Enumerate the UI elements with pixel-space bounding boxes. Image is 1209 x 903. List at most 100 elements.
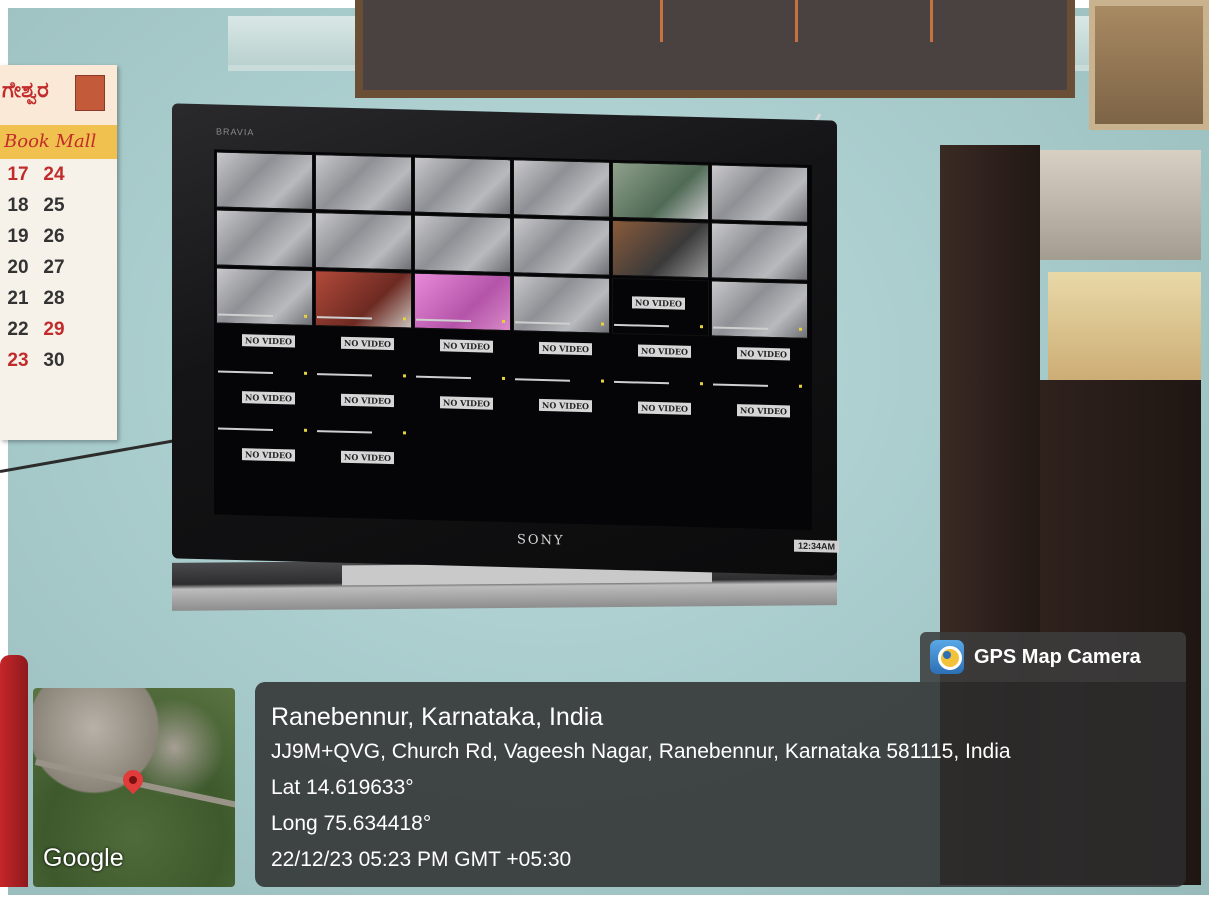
channel-osd [317,373,372,377]
calendar-row: 20 27 [0,252,117,283]
calendar-date: 30 [43,349,65,371]
calendar-row: 17 24 [0,159,117,190]
calendar-date: 28 [43,287,65,309]
calendar-row: 21 28 [0,283,117,314]
doorway-lintel [1035,150,1201,260]
camera-feed [216,209,313,268]
calendar-date: 23 [7,349,29,371]
no-video-label: NO VIDEO [440,396,494,410]
no-video-label: NO VIDEO [341,450,395,465]
no-video-label: NO VIDEO [632,296,686,310]
cctv-clock: 12:34AM [794,539,840,553]
channel-indicator [700,382,703,386]
camera-feed [711,280,808,339]
tv-brand: BRAVIA [216,126,255,138]
calendar-date: 20 [7,256,29,278]
tv-logo: SONY [517,532,565,549]
camera-feed [216,267,313,326]
red-object [0,655,28,887]
channel-indicator [700,325,703,329]
calendar-date: 18 [7,194,29,216]
camera-feed [315,154,412,213]
calendar-row: 22 29 [0,314,117,345]
longitude: Long 75.634418° [271,812,432,835]
calendar-row: 23 30 [0,345,117,376]
no-video-label: NO VIDEO [737,347,791,361]
camera-feed [414,214,511,274]
no-video-label: NO VIDEO [539,398,593,413]
wall-calendar: ಗೇಶ್ವರ Book Mall 17 24 18 25 19 26 20 27 21 28 22 2… [0,65,117,440]
channel-indicator [799,384,802,388]
wall-box [1089,0,1209,130]
television: BRAVIA 12:34AM NO VIDEO NO VIDEO NO VIDEO N… [172,103,840,576]
no-video-label: NO VIDEO [242,448,296,462]
channel-osd [515,378,570,382]
channel-indicator [304,371,307,375]
calendar-date: 25 [43,194,65,216]
camera-feed [315,270,412,329]
channel-indicator [403,374,406,378]
no-video-label: NO VIDEO [341,393,395,408]
channel-osd [713,383,768,387]
calendar-header: ಗೇಶ್ವರ [0,65,117,125]
google-logo: Google [43,844,124,872]
address: JJ9M+QVG, Church Rd, Vageesh Nagar, Rane… [271,740,1011,763]
camera-feed [414,156,511,216]
camera-feed [513,275,610,334]
camera-feed [612,161,709,221]
calendar-date: 17 [7,163,29,185]
calendar-photo [75,75,105,111]
frame-pane [533,0,663,42]
channel-indicator [304,428,307,432]
camera-feed [612,219,709,279]
channel-osd [317,430,372,434]
no-video-label: NO VIDEO [638,344,692,358]
frame-pane [798,0,933,42]
app-name: GPS Map Camera [974,645,1141,668]
calendar-date: 27 [43,256,65,278]
channel-indicator [403,431,406,435]
channel-osd [614,380,669,385]
camera-feed [711,222,808,281]
channel-indicator [601,322,604,326]
calendar-date: 26 [43,225,65,247]
channel-osd [218,370,273,374]
channel-indicator [502,376,505,381]
calendar-date: 21 [7,287,29,309]
channel-indicator [601,379,604,383]
camera-feed [513,159,610,218]
calendar-row: 18 25 [0,190,117,221]
calendar-banner: Book Mall [0,125,117,159]
location-info: Ranebennur, Karnataka, India JJ9M+QVG, C… [255,682,1186,887]
no-video-label: NO VIDEO [638,401,692,415]
channel-osd [416,375,471,380]
datetime: 22/12/23 05:23 PM GMT +05:30 [271,848,572,871]
channel-indicator [403,317,406,321]
calendar-date: 19 [7,225,29,247]
camera-feed [711,164,808,223]
calendar-dates: 17 24 18 25 19 26 20 27 21 28 22 29 23 30 [0,159,117,376]
no-video-label: NO VIDEO [242,391,296,405]
no-video-label: NO VIDEO [242,334,296,348]
no-video-label: NO VIDEO [737,404,791,418]
channel-indicator [502,319,505,324]
channel-osd [218,427,273,431]
cctv-screen: 12:34AM NO VIDEO NO VIDEO NO VIDEO NO VIDEO… [214,149,840,553]
place-name: Ranebennur, Karnataka, India [271,703,604,731]
camera-feed [216,151,313,210]
no-video-label: NO VIDEO [440,339,494,353]
map-thumbnail: Google [33,688,235,887]
calendar-date: 24 [43,163,65,185]
camera-feed [414,272,511,332]
no-video-label: NO VIDEO [341,336,395,351]
wooden-frame [355,0,1075,98]
no-video-label: NO VIDEO [539,341,593,356]
calendar-row: 19 26 [0,221,117,252]
camera-feed [513,217,610,276]
calendar-date: 22 [7,318,29,340]
gps-badge: GPS Map Camera [920,632,1186,682]
map-pin-icon [118,765,148,795]
photo-frame: ಗೇಶ್ವರ Book Mall 17 24 18 25 19 26 20 27 21 28 22 2… [0,0,1209,903]
frame-pane [663,0,798,42]
camera-feed [315,212,412,271]
